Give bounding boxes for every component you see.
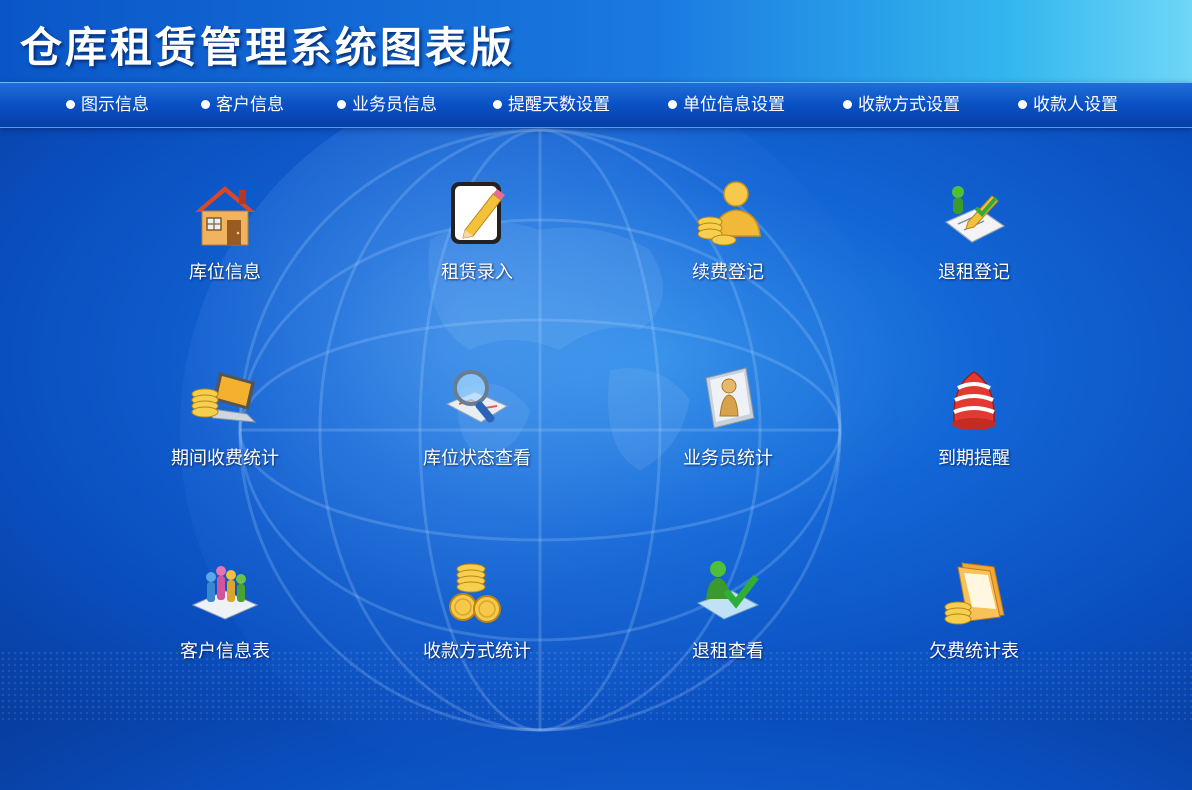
app-header: 仓库租赁管理系统图表版 — [0, 0, 1192, 82]
tile-label: 库位信息 — [189, 262, 261, 283]
tile-salesman-statistics[interactable]: 业务员统计 — [628, 364, 828, 470]
checklist-person-icon — [944, 186, 1006, 243]
bullet-icon — [337, 100, 346, 109]
nav-label: 图示信息 — [81, 95, 149, 115]
tile-label: 续费登记 — [692, 262, 764, 283]
app-title: 仓库租赁管理系统图表版 — [20, 23, 516, 72]
nav-item-customer-info[interactable]: 客户信息 — [201, 83, 284, 127]
tile-label: 欠费统计表 — [929, 641, 1019, 662]
tile-payment-method-statistics[interactable]: 收款方式统计 — [377, 557, 577, 663]
alarm-bell-icon — [952, 371, 996, 430]
pencil-note-icon — [451, 182, 505, 244]
nav-item-salesman-info[interactable]: 业务员信息 — [337, 83, 437, 127]
tile-label: 租赁录入 — [441, 262, 513, 283]
nav-item-payee[interactable]: 收款人设置 — [1018, 83, 1118, 127]
bullet-icon — [201, 100, 210, 109]
bullet-icon — [493, 100, 502, 109]
tile-customer-table[interactable]: 客户信息表 — [125, 557, 325, 663]
tile-label: 退租查看 — [692, 641, 764, 662]
top-navbar: 图示信息 客户信息 业务员信息 提醒天数设置 单位信息设置 收款方式设置 收款人… — [0, 82, 1192, 128]
laptop-coins-icon — [191, 372, 257, 423]
tile-location-status[interactable]: 库位状态查看 — [377, 364, 577, 470]
nav-label: 业务员信息 — [352, 95, 437, 115]
house-icon — [195, 186, 255, 246]
nav-label: 单位信息设置 — [683, 95, 785, 115]
salesman-icon — [705, 367, 755, 429]
coin-stack-icon — [449, 563, 501, 623]
tile-label: 期间收费统计 — [171, 448, 279, 469]
tile-label: 到期提醒 — [938, 448, 1010, 469]
nav-item-reminder-days[interactable]: 提醒天数设置 — [493, 83, 610, 127]
magnifier-map-icon — [445, 370, 509, 423]
people-chart-icon — [191, 566, 259, 620]
bullet-icon — [1018, 100, 1027, 109]
nav-item-payment-method[interactable]: 收款方式设置 — [843, 83, 960, 127]
nav-label: 客户信息 — [216, 95, 284, 115]
bullet-icon — [66, 100, 75, 109]
tile-termination-view[interactable]: 退租查看 — [628, 557, 828, 663]
nav-label: 提醒天数设置 — [508, 95, 610, 115]
person-check-icon — [696, 561, 760, 620]
tile-expiry-reminder[interactable]: 到期提醒 — [874, 364, 1074, 470]
bullet-icon — [843, 100, 852, 109]
nav-item-unit-info[interactable]: 单位信息设置 — [668, 83, 785, 127]
bullet-icon — [668, 100, 677, 109]
tile-label: 库位状态查看 — [423, 448, 531, 469]
tile-period-fee-statistics[interactable]: 期间收费统计 — [125, 364, 325, 470]
tile-label: 客户信息表 — [180, 641, 270, 662]
tile-lease-termination[interactable]: 退租登记 — [874, 178, 1074, 284]
tile-renewal-registration[interactable]: 续费登记 — [628, 178, 828, 284]
tile-label: 退租登记 — [938, 262, 1010, 283]
nav-item-diagram-info[interactable]: 图示信息 — [66, 83, 149, 127]
person-coins-icon — [697, 181, 761, 246]
tile-arrears-statistics[interactable]: 欠费统计表 — [874, 557, 1074, 663]
nav-label: 收款人设置 — [1033, 95, 1118, 115]
tile-label: 业务员统计 — [683, 448, 773, 469]
folder-coins-icon — [944, 562, 1005, 625]
tile-location-info[interactable]: 库位信息 — [125, 178, 325, 284]
tile-label: 收款方式统计 — [423, 641, 531, 662]
tile-lease-entry[interactable]: 租赁录入 — [377, 178, 577, 284]
nav-label: 收款方式设置 — [858, 95, 960, 115]
